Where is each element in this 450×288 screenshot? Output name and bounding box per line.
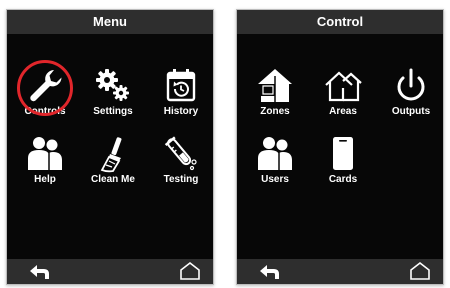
- settings-label: Settings: [93, 106, 133, 117]
- menu-footer-bar: [7, 259, 213, 284]
- control-title: Control: [237, 10, 443, 34]
- control-body: Zones Areas Outputs Users Cards: [237, 34, 443, 260]
- zones-tile[interactable]: Zones: [245, 62, 305, 124]
- people-icon: [28, 137, 62, 170]
- zones-label: Zones: [260, 106, 290, 117]
- cards-tile[interactable]: Cards: [313, 130, 373, 192]
- controls-label: Controls: [24, 106, 66, 117]
- gears-icon: [96, 69, 129, 101]
- houses-areas-icon: [325, 71, 362, 102]
- areas-tile[interactable]: Areas: [313, 62, 373, 124]
- brush-icon: [100, 137, 122, 173]
- back-arrow-icon[interactable]: [257, 262, 283, 282]
- menu-body: Controls Settings History Help Clean Me …: [7, 34, 213, 260]
- control-screen: Control Zones Areas Outputs Users Cards: [236, 9, 444, 285]
- menu-title: Menu: [7, 10, 213, 34]
- settings-tile[interactable]: Settings: [83, 62, 143, 124]
- testing-label: Testing: [163, 174, 199, 185]
- wrench-icon: [30, 70, 62, 102]
- home-icon[interactable]: [179, 261, 201, 281]
- screenshots-stage: Menu Controls Settings History Help Clea…: [0, 0, 450, 288]
- history-label: History: [163, 106, 199, 117]
- house-zones-icon: [258, 69, 292, 102]
- calendar-history-icon: [166, 69, 196, 102]
- home-icon[interactable]: [409, 261, 431, 281]
- outputs-tile[interactable]: Outputs: [381, 62, 441, 124]
- help-tile[interactable]: Help: [15, 130, 75, 192]
- power-icon: [397, 68, 425, 101]
- testing-tile[interactable]: Testing: [151, 130, 211, 192]
- back-arrow-icon[interactable]: [27, 262, 53, 282]
- areas-label: Areas: [329, 106, 357, 117]
- people-icon: [258, 137, 292, 170]
- control-footer-bar: [237, 259, 443, 284]
- menu-screen: Menu Controls Settings History Help Clea…: [6, 9, 214, 285]
- users-tile[interactable]: Users: [245, 130, 305, 192]
- clean-me-label: Clean Me: [91, 174, 135, 185]
- card-icon: [333, 137, 353, 170]
- help-label: Help: [34, 174, 56, 185]
- clean-me-tile[interactable]: Clean Me: [83, 130, 143, 192]
- outputs-label: Outputs: [391, 106, 431, 117]
- test-tube-icon: [164, 136, 197, 171]
- cards-label: Cards: [328, 174, 358, 185]
- history-tile[interactable]: History: [151, 62, 211, 124]
- users-label: Users: [261, 174, 289, 185]
- controls-tile[interactable]: Controls: [15, 62, 75, 124]
